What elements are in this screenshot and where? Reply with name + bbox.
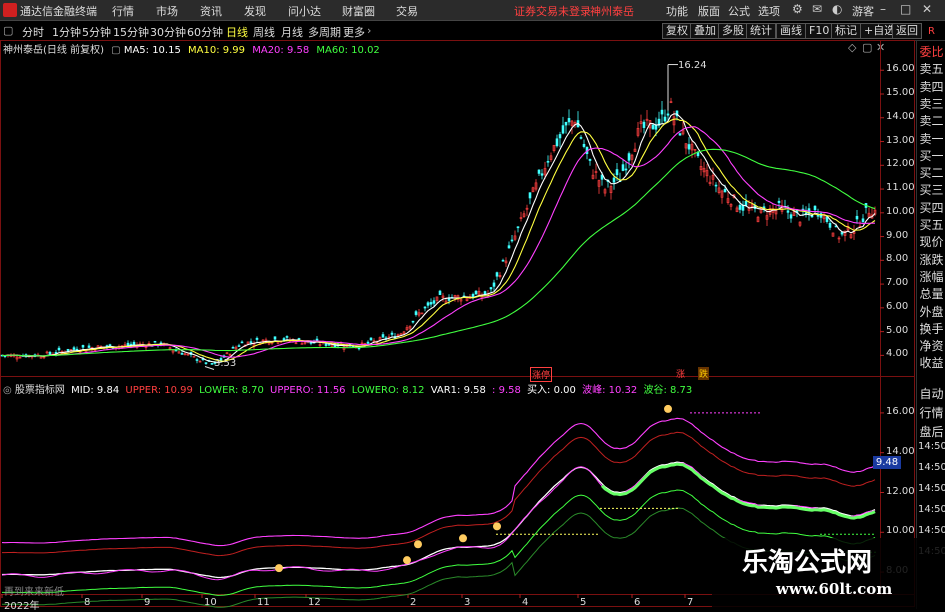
watermark-title: 乐淘公式网 [742, 548, 873, 578]
ind-trough: 波谷: 8.73 [643, 385, 693, 396]
ind-uppero: UPPERO: 11.56 [270, 385, 346, 396]
indicator-y-tick: 16.00 [886, 405, 915, 417]
ind-mid: MID: 9.84 [71, 385, 120, 396]
ind-buy: 买入: 0.00 [527, 385, 576, 396]
x-axis-tick: 5 [580, 597, 587, 608]
chart-canvas[interactable] [0, 0, 945, 609]
low-price-label: 3.53 [214, 358, 237, 369]
main-y-tick: 8.00 [886, 253, 909, 265]
sidebar-quote-label[interactable]: 卖一 [918, 130, 945, 147]
main-y-tick: 15.00 [886, 87, 915, 98]
x-axis-tick: 8 [84, 597, 91, 608]
sidebar-time: 14:50 [918, 525, 945, 536]
indicator-y-tick: 12.00 [886, 485, 915, 497]
ind-var1: VAR1: 9.58 [430, 385, 486, 396]
ind-var2: : 9.58 [492, 385, 521, 396]
watermark-url: www.60lt.com [776, 580, 893, 598]
event-zhangting[interactable]: 涨停 [530, 367, 553, 382]
x-axis-tick: 9 [144, 597, 151, 608]
sidebar-time: 14:50 [918, 441, 945, 452]
sidebar-time: 14:50 [918, 504, 945, 515]
main-y-tick: 6.00 [886, 300, 909, 312]
main-y-tick: 12.00 [886, 158, 915, 170]
sidebar-quote-label[interactable]: 外盘 [918, 303, 945, 320]
sidebar-time: 14:50 [918, 462, 945, 473]
main-y-tick: 16.00 [886, 63, 915, 75]
indicator-toggle-icon[interactable]: ◎ [3, 385, 12, 396]
x-axis-tick: 6 [634, 597, 641, 608]
ind-peak: 波峰: 10.32 [582, 385, 638, 396]
sidebar-quote-label[interactable]: 换手 [918, 320, 945, 337]
indicator-value-box: 9.48 [873, 456, 901, 469]
sidebar-mode-label[interactable]: 自动 [918, 385, 945, 402]
sidebar-quote-label[interactable]: 委比 [918, 43, 945, 60]
sidebar-quote-label[interactable]: 收益 [918, 354, 945, 371]
x-axis-tick: 4 [522, 597, 529, 608]
sidebar-quote-label[interactable]: 卖五 [918, 60, 945, 77]
x-axis-tick: 12 [308, 597, 321, 608]
sidebar-time: 14:50 [918, 483, 945, 494]
x-axis-tick: 2022年 [4, 601, 40, 612]
main-y-tick: 5.00 [886, 324, 909, 336]
main-y-tick: 13.00 [886, 134, 915, 146]
x-axis-tick: 11 [257, 597, 270, 608]
sidebar-quote-label[interactable]: 总量 [918, 285, 945, 302]
indicator-info-bar: ◎ 股票指标网 MID: 9.84 UPPER: 10.99 LOWER: 8.… [3, 381, 692, 396]
sidebar-quote-label[interactable]: 涨跌 [918, 251, 945, 268]
high-price-label: 16.24 [678, 60, 707, 71]
sidebar-mode-label[interactable]: 行情 [918, 404, 945, 421]
sidebar-marker: R [928, 26, 935, 37]
sidebar-quote-label[interactable]: 买五 [918, 216, 945, 233]
sidebar-quote-label[interactable]: 涨幅 [918, 268, 945, 285]
x-axis-tick: 3 [464, 597, 471, 608]
sidebar-quote-label[interactable]: 净资 [918, 337, 945, 354]
main-y-tick: 9.00 [886, 229, 909, 241]
main-y-tick: 10.00 [886, 205, 915, 217]
main-y-tick: 7.00 [886, 277, 909, 289]
ind-lower: LOWER: 8.70 [199, 385, 264, 396]
event-zhang[interactable]: 涨 [676, 367, 685, 380]
main-y-tick: 4.00 [886, 348, 909, 360]
x-axis-tick: 2 [410, 597, 417, 608]
sidebar-quote-label[interactable]: 买四 [918, 199, 945, 216]
indicator-y-tick: 10.00 [886, 525, 915, 537]
indicator-footer: 再到来来新低 [4, 587, 64, 598]
sidebar-quote-label[interactable]: 现价 [918, 233, 945, 250]
indicator-name[interactable]: 股票指标网 [15, 385, 65, 396]
sidebar-quote-label[interactable]: 卖三 [918, 95, 945, 112]
ind-lowero: LOWERO: 8.12 [351, 385, 425, 396]
ind-upper: UPPER: 10.99 [125, 385, 193, 396]
main-y-tick: 11.00 [886, 182, 915, 194]
sidebar-quote-label[interactable]: 买二 [918, 164, 945, 181]
x-axis-tick: 7 [687, 597, 694, 608]
sidebar-quote-label[interactable]: 卖四 [918, 78, 945, 95]
watermark: 乐淘公式网 www.60lt.com [712, 538, 945, 609]
sidebar-quote-label[interactable]: 买一 [918, 147, 945, 164]
sidebar-quote-label[interactable]: 卖二 [918, 112, 945, 129]
sidebar-quote-label[interactable]: 买三 [918, 181, 945, 198]
event-die[interactable]: 跌 [698, 367, 710, 380]
main-y-tick: 14.00 [886, 110, 915, 122]
x-axis-tick: 10 [204, 597, 217, 608]
sidebar-mode-label[interactable]: 盘后 [918, 423, 945, 440]
